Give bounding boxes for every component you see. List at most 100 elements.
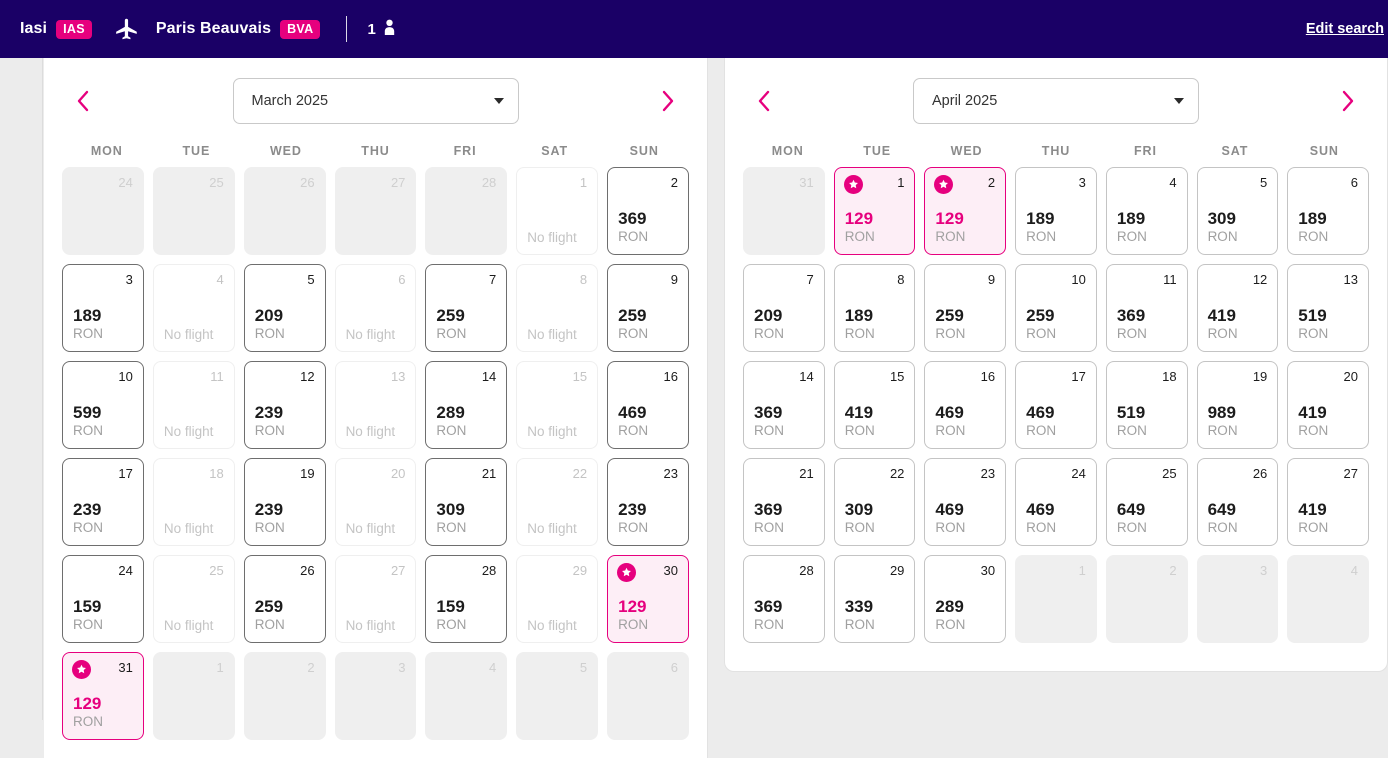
day-number: 7 — [806, 272, 814, 287]
day-cell-disabled: 11 No flight — [152, 361, 235, 449]
day-number: 9 — [670, 272, 678, 287]
day-number: 6 — [1350, 175, 1358, 190]
chevron-right-icon[interactable] — [651, 84, 685, 118]
price-currency: RON — [844, 519, 875, 535]
day-cell[interactable]: 21 309 RON — [425, 458, 508, 546]
day-cell-body: 129 RON — [73, 694, 133, 730]
weekday-label: THU — [361, 144, 390, 158]
day-cell[interactable]: 12 419 RON — [1196, 264, 1279, 352]
day-cell[interactable]: 1 129 RON — [833, 167, 916, 255]
day-cell[interactable]: 16 469 RON — [607, 361, 689, 449]
day-number: 10 — [1071, 272, 1086, 287]
day-cell-body: 209 RON — [255, 306, 315, 342]
day-cell[interactable]: 6 189 RON — [1287, 167, 1369, 255]
day-cell[interactable]: 29 339 RON — [833, 555, 916, 643]
day-cell-disabled: 29 No flight — [516, 555, 599, 643]
day-number: 20 — [1343, 369, 1358, 384]
day-number: 22 — [889, 466, 905, 481]
day-cell[interactable]: 8 189 RON — [833, 264, 916, 352]
price-currency: RON — [1207, 422, 1238, 438]
day-cell[interactable]: 26 649 RON — [1196, 458, 1279, 546]
no-flight-label: No flight — [163, 521, 214, 536]
day-cell[interactable]: 5 209 RON — [243, 264, 326, 352]
day-number: 24 — [118, 175, 133, 190]
day-cell[interactable]: 9 259 RON — [607, 264, 689, 352]
day-cell[interactable]: 7 209 RON — [743, 264, 825, 352]
day-cell[interactable]: 11 369 RON — [1105, 264, 1188, 352]
price-currency: RON — [436, 325, 467, 341]
day-cell[interactable]: 31 129 RON — [62, 652, 144, 740]
price-value: 159 — [73, 597, 102, 617]
no-flight-label: No flight — [345, 618, 396, 633]
day-cell[interactable]: 14 289 RON — [425, 361, 508, 449]
day-cell[interactable]: 25 649 RON — [1105, 458, 1188, 546]
day-cell[interactable]: 7 259 RON — [425, 264, 508, 352]
chevron-left-icon[interactable] — [66, 84, 100, 118]
day-cell[interactable]: 15 419 RON — [833, 361, 916, 449]
chevron-right-icon[interactable] — [1331, 84, 1365, 118]
day-number: 23 — [980, 466, 996, 481]
day-cell-disabled: 1 — [1015, 555, 1097, 643]
origin-city: Iasi — [20, 20, 48, 37]
route-summary: Iasi IAS Paris Beauvais BVA 1 — [20, 16, 1306, 42]
day-cell[interactable]: 18 519 RON — [1105, 361, 1188, 449]
day-cell-body: 259 RON — [1026, 306, 1086, 342]
price-currency: RON — [844, 616, 875, 632]
day-cell[interactable]: 22 309 RON — [833, 458, 916, 546]
day-cell[interactable]: 21 369 RON — [743, 458, 825, 546]
day-number: 8 — [579, 272, 588, 287]
month-nav-april: April 2025 — [725, 58, 1387, 144]
day-cell[interactable]: 4 189 RON — [1105, 167, 1188, 255]
day-number: 27 — [390, 175, 406, 190]
day-cell-body: 369 RON — [618, 209, 678, 245]
day-cell[interactable]: 2 129 RON — [924, 167, 1007, 255]
day-cell[interactable]: 28 369 RON — [743, 555, 825, 643]
day-cell[interactable]: 26 259 RON — [243, 555, 326, 643]
day-cell[interactable]: 20 419 RON — [1287, 361, 1369, 449]
day-number: 19 — [1252, 369, 1268, 384]
day-cell[interactable]: 24 159 RON — [62, 555, 144, 643]
price-value: 519 — [1298, 306, 1327, 326]
price-currency: RON — [1298, 519, 1329, 535]
day-cell[interactable]: 9 259 RON — [924, 264, 1007, 352]
day-cell-disabled: 2 — [243, 652, 326, 740]
edit-search-link[interactable]: Edit search — [1306, 21, 1384, 37]
day-cell[interactable]: 3 189 RON — [1015, 167, 1097, 255]
day-cell[interactable]: 30 289 RON — [924, 555, 1007, 643]
day-cell-body: 189 RON — [845, 306, 905, 342]
day-cell[interactable]: 10 599 RON — [62, 361, 144, 449]
day-cell-body: 469 RON — [935, 500, 995, 536]
day-cell[interactable]: 16 469 RON — [924, 361, 1007, 449]
day-cell[interactable]: 30 129 RON — [607, 555, 689, 643]
price-value: 339 — [844, 597, 874, 617]
month-nav-march: March 2025 — [44, 58, 707, 144]
day-number: 12 — [300, 369, 315, 384]
day-cell[interactable]: 23 239 RON — [607, 458, 689, 546]
day-cell[interactable]: 5 309 RON — [1196, 167, 1279, 255]
weekday-label: SAT — [541, 144, 569, 158]
day-cell-body: 189 RON — [1298, 209, 1358, 245]
day-cell[interactable]: 17 469 RON — [1015, 361, 1097, 449]
day-cell[interactable]: 3 189 RON — [62, 264, 144, 352]
star-icon — [934, 175, 954, 194]
day-cell[interactable]: 24 469 RON — [1015, 458, 1097, 546]
day-cell[interactable]: 17 239 RON — [62, 458, 144, 546]
price-value: 209 — [754, 306, 783, 326]
day-cell[interactable]: 14 369 RON — [743, 361, 825, 449]
day-cell[interactable]: 23 469 RON — [924, 458, 1007, 546]
day-number: 6 — [670, 660, 678, 675]
day-cell[interactable]: 13 519 RON — [1287, 264, 1369, 352]
day-cell-body: 259 RON — [618, 306, 678, 342]
star-icon — [72, 660, 91, 679]
day-cell[interactable]: 12 239 RON — [243, 361, 326, 449]
day-cell[interactable]: 10 259 RON — [1015, 264, 1097, 352]
month-select-april[interactable]: April 2025 — [913, 78, 1199, 124]
day-cell[interactable]: 27 419 RON — [1287, 458, 1369, 546]
day-number: 1 — [579, 175, 588, 190]
chevron-left-icon[interactable] — [747, 84, 781, 118]
month-select-march[interactable]: March 2025 — [232, 78, 519, 124]
day-cell[interactable]: 2 369 RON — [607, 167, 689, 255]
day-cell[interactable]: 19 989 RON — [1196, 361, 1279, 449]
day-cell[interactable]: 28 159 RON — [425, 555, 508, 643]
day-cell[interactable]: 19 239 RON — [243, 458, 326, 546]
